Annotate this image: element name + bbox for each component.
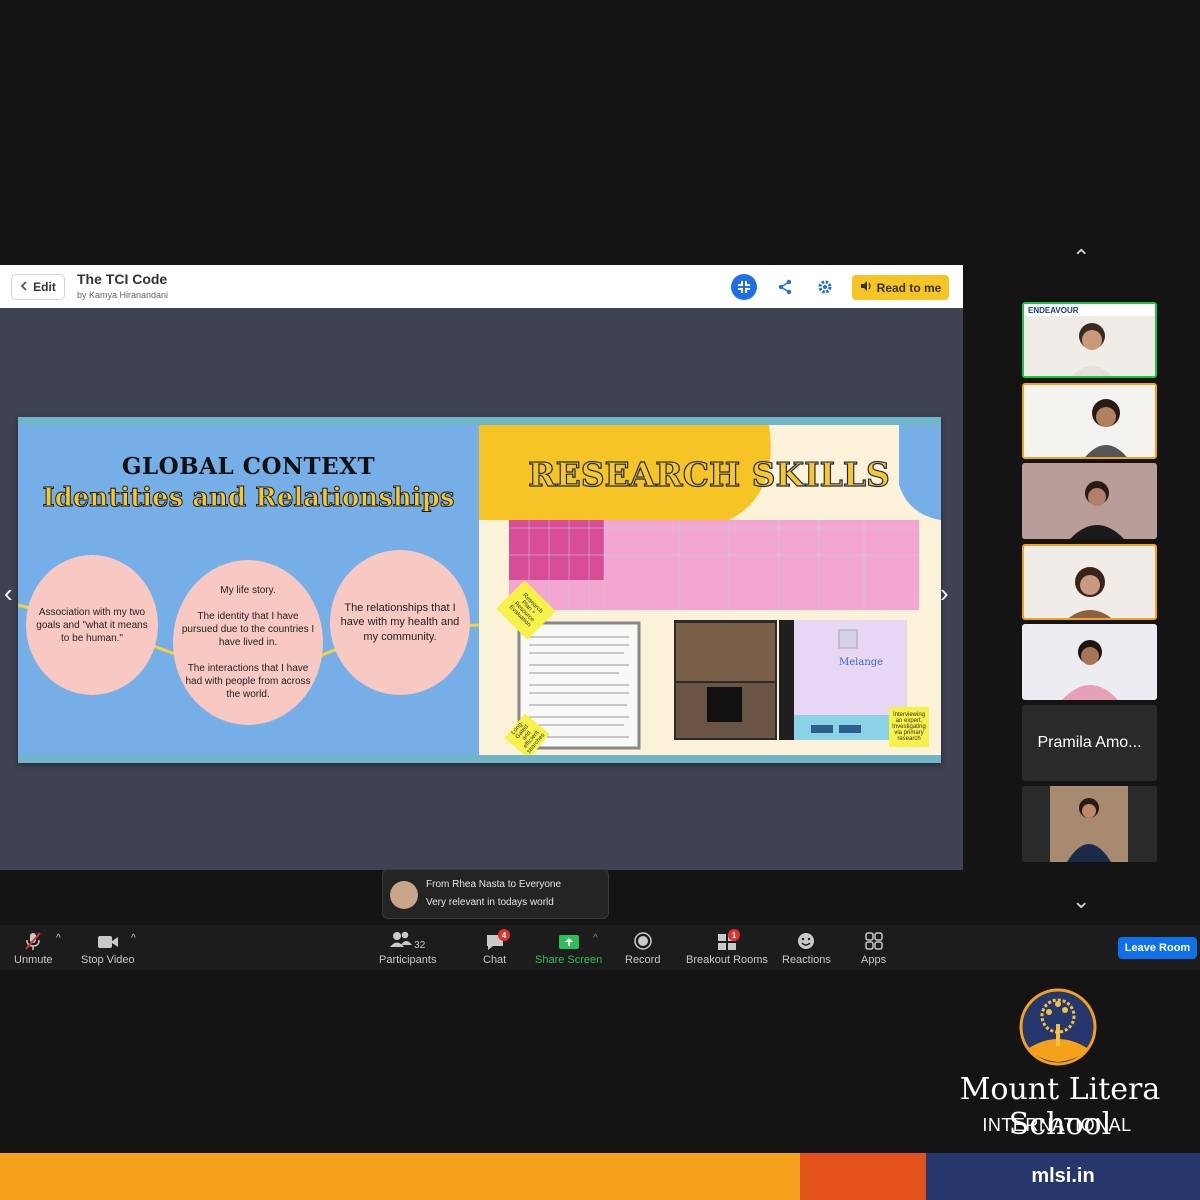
bubble-goals: Association with my two goals and "what …: [26, 555, 158, 695]
apps-icon: [864, 929, 884, 951]
audio-options-caret[interactable]: ^: [56, 933, 61, 944]
unmute-button[interactable]: Unmute: [14, 929, 53, 966]
zoom-meeting-window: Edit The TCI Code by Kamya Hiranandani R…: [0, 0, 1200, 1200]
bubble-relationships: The relationships that I have with my he…: [330, 550, 470, 695]
share-icon[interactable]: [772, 274, 798, 300]
research-skills-heading: RESEARCH SKILLS: [528, 454, 891, 494]
edit-button[interactable]: Edit: [11, 274, 65, 300]
chat-badge: 4: [498, 929, 510, 941]
chat-button[interactable]: Chat 4: [483, 929, 510, 966]
participant-tile-pramila[interactable]: Pramila Amo...: [1022, 705, 1157, 781]
chevron-down-icon[interactable]: ⌄: [1072, 888, 1090, 914]
participants-button[interactable]: 32 Participants: [379, 929, 436, 966]
chat-message: Very relevant in todays world: [426, 897, 554, 908]
participant-tile-4[interactable]: [1022, 544, 1157, 620]
read-to-me-label: Read to me: [876, 280, 942, 295]
participant-tile-5[interactable]: [1022, 624, 1157, 700]
chat-label: Chat: [483, 954, 507, 966]
website-url: mlsi.in: [926, 1153, 1200, 1200]
school-subtitle: INTERNATIONAL: [982, 1115, 1132, 1135]
breakout-badge: 1: [728, 929, 740, 941]
reactions-button[interactable]: Reactions: [782, 929, 831, 966]
edit-label: Edit: [33, 280, 56, 294]
sticky-note-interview: Interviewing an expert, Investigating vi…: [889, 707, 929, 747]
participant-tile-7[interactable]: [1022, 786, 1157, 862]
brand-bar-orange: [0, 1153, 800, 1200]
avatar: [390, 881, 418, 909]
participant-video: [1022, 463, 1157, 539]
share-screen-icon: [558, 929, 580, 951]
participant-tile-2[interactable]: [1022, 383, 1157, 459]
participants-icon: [390, 930, 413, 951]
participant-tile-3[interactable]: [1022, 463, 1157, 539]
gear-icon[interactable]: [812, 274, 838, 300]
participant-video: [1024, 385, 1155, 457]
chat-sender: From Rhea Nasta to Everyone: [426, 879, 562, 890]
book-author: by Kamya Hiranandani: [77, 290, 169, 300]
unmute-label: Unmute: [14, 954, 53, 966]
participant-video: [1024, 546, 1155, 618]
participant-video: [1024, 304, 1155, 376]
reactions-label: Reactions: [782, 954, 831, 966]
read-to-me-button[interactable]: Read to me: [852, 275, 949, 300]
exit-fullscreen-icon[interactable]: [731, 274, 757, 300]
participant-video: [1022, 786, 1157, 862]
chat-notification[interactable]: From Rhea Nasta to Everyone Very relevan…: [382, 869, 609, 919]
meeting-toolbar: Unmute ^ Stop Video ^ 32 Participants Ch…: [0, 925, 1200, 970]
record-button[interactable]: Record: [625, 929, 660, 966]
video-camera-icon: [97, 929, 119, 951]
book-header: Edit The TCI Code by Kamya Hiranandani R…: [0, 265, 963, 308]
chevron-up-icon[interactable]: ⌃: [1072, 245, 1090, 271]
research-skills-page: RESEARCH SKILLS Melange Research Plan + …: [479, 425, 941, 755]
muted-microphone-icon: [23, 929, 43, 951]
record-icon: [633, 929, 653, 951]
next-page-arrow[interactable]: ›: [940, 578, 949, 609]
stop-video-button[interactable]: Stop Video: [81, 929, 135, 966]
bubble-life-story: My life story. The identity that I have …: [173, 560, 323, 725]
speaker-icon: [860, 280, 872, 295]
smiley-icon: [796, 929, 816, 951]
share-screen-label: Share Screen: [535, 954, 603, 966]
participant-name: Pramila Amo...: [1037, 734, 1142, 751]
participants-label: Participants: [379, 954, 437, 966]
book-spread: GLOBAL CONTEXT Identities and Relationsh…: [18, 417, 941, 763]
stop-video-label: Stop Video: [81, 954, 135, 966]
breakout-rooms-label: Breakout Rooms: [686, 954, 768, 966]
apps-label: Apps: [861, 954, 887, 966]
school-logo: [1019, 988, 1097, 1066]
chevron-left-icon: [20, 280, 28, 294]
melange-site-title: Melange: [839, 657, 884, 668]
previous-page-arrow[interactable]: ‹: [4, 578, 13, 609]
endeavour-label: ENDEAVOUR: [1028, 306, 1079, 315]
apps-button[interactable]: Apps: [861, 929, 886, 966]
participant-tile-1[interactable]: ENDEAVOUR: [1022, 302, 1157, 378]
record-label: Record: [625, 954, 661, 966]
shared-screen: Edit The TCI Code by Kamya Hiranandani R…: [0, 265, 963, 870]
participants-count: 32: [414, 940, 426, 951]
breakout-rooms-button[interactable]: Breakout Rooms 1: [686, 929, 768, 966]
video-options-caret[interactable]: ^: [131, 933, 136, 944]
global-context-page: GLOBAL CONTEXT Identities and Relationsh…: [18, 425, 479, 755]
brand-bar-red: [800, 1153, 926, 1200]
book-title: The TCI Code: [77, 271, 168, 287]
share-options-caret[interactable]: ^: [593, 933, 598, 944]
participant-video: [1022, 624, 1157, 700]
leave-room-button[interactable]: Leave Room: [1118, 937, 1197, 959]
